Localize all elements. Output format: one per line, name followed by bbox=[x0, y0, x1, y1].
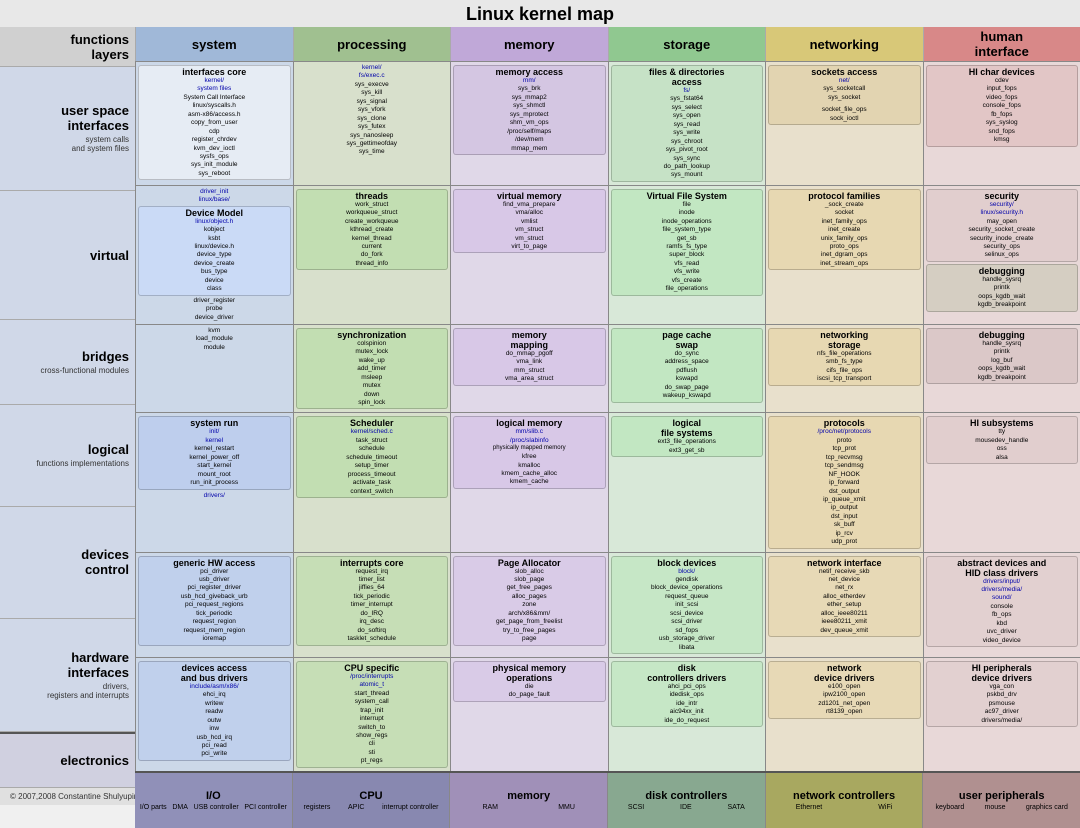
cell-user-processing: kernel/fs/exec.c sys_execvesys_killsys_s… bbox=[293, 62, 451, 185]
row-label-user-space: user spaceinterfaces system callsand sys… bbox=[0, 67, 135, 191]
row-user-space: interfaces core kernel/system files Syst… bbox=[135, 61, 1080, 185]
cell-user-system: interfaces core kernel/system files Syst… bbox=[135, 62, 293, 185]
cell-bridges-memory: memorymapping do_mmap_pgoffvma_linkmm_st… bbox=[450, 325, 608, 413]
cell-user-storage: files & directoriesaccess fs/ sys_fstat6… bbox=[608, 62, 766, 185]
cell-electronics-networking: network controllers Ethernet WiFi bbox=[765, 773, 923, 828]
cell-devices-storage: block devices block/ gendiskblock_device… bbox=[608, 553, 766, 657]
header-label: functionslayers bbox=[0, 27, 135, 67]
row-devices: generic HW access pci_driverusb_driverpc… bbox=[135, 552, 1080, 657]
cell-virtual-human: security security/linux/security.h may_o… bbox=[923, 186, 1080, 324]
cell-bridges-networking: networkingstorage nfs_file_operationssmb… bbox=[765, 325, 923, 413]
col-header-system: system bbox=[135, 27, 293, 61]
cell-electronics-processing: CPU registers APIC interrupt controller bbox=[292, 773, 450, 828]
row-electronics: I/O I/O parts DMA USB controller PCI con… bbox=[135, 771, 1080, 826]
cell-logical-memory: logical memory mm/slib.c/proc/slabinfo p… bbox=[450, 413, 608, 551]
cell-bridges-processing: synchronization colspinionmutex_lockwake… bbox=[293, 325, 451, 413]
cell-hardware-human: HI peripheralsdevice drivers vga_conpskb… bbox=[923, 658, 1080, 771]
row-hardware: devices accessand bus drivers include/as… bbox=[135, 657, 1080, 771]
cell-electronics-human: user peripherals keyboard mouse graphics… bbox=[922, 773, 1080, 828]
cell-devices-networking: network interface netif_receive_skbnet_d… bbox=[765, 553, 923, 657]
cell-logical-storage: logicalfile systems ext3_file_operations… bbox=[608, 413, 766, 551]
cell-user-human: HI char devices cdevinput_fopsvideo_fops… bbox=[923, 62, 1080, 185]
cell-devices-system: generic HW access pci_driverusb_driverpc… bbox=[135, 553, 293, 657]
cell-devices-human: abstract devices andHID class drivers dr… bbox=[923, 553, 1080, 657]
row-bridges: kvmload_modulemodule synchronization col… bbox=[135, 324, 1080, 413]
col-header-networking: networking bbox=[765, 27, 923, 61]
col-header-memory: memory bbox=[450, 27, 608, 61]
row-label-logical: logical functions implementations bbox=[0, 405, 135, 507]
cell-virtual-processing: threads work_structworkqueue_structcreat… bbox=[293, 186, 451, 324]
rows-area: interfaces core kernel/system files Syst… bbox=[135, 61, 1080, 826]
col-header-human: humaninterface bbox=[923, 27, 1080, 61]
cell-electronics-system: I/O I/O parts DMA USB controller PCI con… bbox=[135, 773, 292, 828]
cell-hardware-networking: networkdevice drivers e100_openipw2100_o… bbox=[765, 658, 923, 771]
row-label-electronics: electronics bbox=[0, 732, 135, 787]
cell-devices-memory: Page Allocator slob_allocslob_pageget_fr… bbox=[450, 553, 608, 657]
cell-virtual-memory: virtual memory find_vma_preparevma/alloc… bbox=[450, 186, 608, 324]
cell-user-networking: sockets access net/ sys_socketcallsys_so… bbox=[765, 62, 923, 185]
header-label-text: functionslayers bbox=[71, 32, 130, 62]
cell-hardware-storage: diskcontrollers drivers ahci_pci_opsided… bbox=[608, 658, 766, 771]
cell-hardware-processing: CPU specific /proc/interruptsatomic_t st… bbox=[293, 658, 451, 771]
cell-logical-human: HI subsystems ttymousedev_handleossalsa bbox=[923, 413, 1080, 551]
cell-hardware-memory: physical memoryoperations diedo_page_fau… bbox=[450, 658, 608, 771]
cell-logical-system: system run init/kernel kernel_restartker… bbox=[135, 413, 293, 551]
cell-bridges-human: debugging handle_sysrqprintklog_bufoops_… bbox=[923, 325, 1080, 413]
cell-electronics-memory: memory RAM MMU bbox=[449, 773, 607, 828]
column-headers: system processing memory storage network… bbox=[135, 27, 1080, 61]
row-label-devices: devicescontrol bbox=[0, 507, 135, 620]
row-label-hardware: hardwareinterfaces drivers,registers and… bbox=[0, 619, 135, 732]
cell-logical-processing: Scheduler kernel/sched.c task_structsche… bbox=[293, 413, 451, 551]
row-virtual: driver_initlinux/base/ Device Model linu… bbox=[135, 185, 1080, 324]
row-logical: system run init/kernel kernel_restartker… bbox=[135, 412, 1080, 551]
left-labels: functionslayers user spaceinterfaces sys… bbox=[0, 27, 135, 787]
col-header-processing: processing bbox=[293, 27, 451, 61]
cell-bridges-system: kvmload_modulemodule bbox=[135, 325, 293, 413]
cell-logical-networking: protocols /proc/net/protocols prototcp_p… bbox=[765, 413, 923, 551]
row-label-virtual: virtual bbox=[0, 191, 135, 320]
col-header-storage: storage bbox=[608, 27, 766, 61]
cell-virtual-system: driver_initlinux/base/ Device Model linu… bbox=[135, 186, 293, 324]
cell-virtual-storage: Virtual File System fileinodeinode_opera… bbox=[608, 186, 766, 324]
cell-hardware-system: devices accessand bus drivers include/as… bbox=[135, 658, 293, 771]
content-grid: system processing memory storage network… bbox=[135, 27, 1080, 787]
cell-devices-processing: interrupts core request_irqtimer_listjif… bbox=[293, 553, 451, 657]
cell-electronics-storage: disk controllers SCSI IDE SATA bbox=[607, 773, 765, 828]
row-label-bridges: bridges cross-functional modules bbox=[0, 320, 135, 405]
cell-bridges-storage: page cacheswap do_syncaddress_spacepdflu… bbox=[608, 325, 766, 413]
page-title: Linux kernel map bbox=[0, 0, 1080, 27]
cell-user-memory: memory access mm/ sys_brksys_mmap2sys_sh… bbox=[450, 62, 608, 185]
cell-virtual-networking: protocol families _sock_createsocketinet… bbox=[765, 186, 923, 324]
